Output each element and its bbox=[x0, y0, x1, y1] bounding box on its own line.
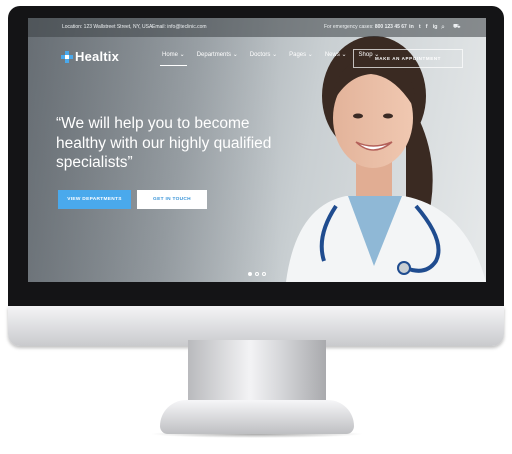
emergency-label: For emergency cases: bbox=[324, 24, 374, 30]
main-navbar: Healtix Home ⌄ Departments ⌄ Doctors ⌄ P… bbox=[28, 37, 486, 77]
nav-item-news[interactable]: News ⌄ bbox=[323, 48, 349, 66]
make-appointment-button[interactable]: MAKE AN APPOINTMENT bbox=[353, 49, 463, 68]
website-screen: Location: 123 Wallstreet Street, NY, USA… bbox=[28, 18, 486, 282]
twitter-icon[interactable]: t bbox=[419, 18, 421, 37]
view-departments-button[interactable]: VIEW DEPARTMENTS bbox=[58, 190, 131, 209]
brand-name: Healtix bbox=[75, 49, 120, 64]
get-in-touch-button[interactable]: GET IN TOUCH bbox=[137, 190, 207, 209]
facebook-icon[interactable]: f bbox=[426, 18, 428, 37]
email-link[interactable]: Email: info@teclinic.com bbox=[152, 18, 207, 37]
logo[interactable]: Healtix bbox=[61, 49, 119, 64]
linkedin-icon[interactable]: in bbox=[409, 18, 414, 37]
address-text: Location: 123 Wallstreet Street, NY, USA bbox=[62, 24, 153, 30]
cart-icon[interactable]: ⛟ bbox=[453, 18, 461, 37]
slider-dot-3[interactable] bbox=[262, 272, 266, 276]
hero-headline: “We will help you to become healthy with… bbox=[56, 115, 272, 171]
nav-item-home[interactable]: Home ⌄ bbox=[160, 48, 187, 66]
slider-dots bbox=[248, 272, 266, 276]
slider-dot-2[interactable] bbox=[255, 272, 259, 276]
emergency-phone[interactable]: 800 123 45 67 bbox=[375, 24, 407, 30]
social-links: in t f ig bbox=[409, 18, 437, 37]
instagram-icon[interactable]: ig bbox=[433, 18, 438, 37]
emergency-info: For emergency cases: 800 123 45 67 bbox=[324, 18, 407, 37]
top-info-bar: Location: 123 Wallstreet Street, NY, USA… bbox=[28, 18, 486, 37]
monitor-stand-base bbox=[160, 400, 354, 434]
nav-menu: Home ⌄ Departments ⌄ Doctors ⌄ Pages ⌄ N… bbox=[160, 48, 381, 66]
nav-item-departments[interactable]: Departments ⌄ bbox=[195, 48, 240, 66]
search-icon[interactable]: ⌕ bbox=[441, 18, 445, 37]
slider-dot-1[interactable] bbox=[248, 272, 252, 276]
logo-icon bbox=[61, 50, 73, 63]
nav-item-doctors[interactable]: Doctors ⌄ bbox=[248, 48, 279, 66]
nav-item-pages[interactable]: Pages ⌄ bbox=[287, 48, 315, 66]
